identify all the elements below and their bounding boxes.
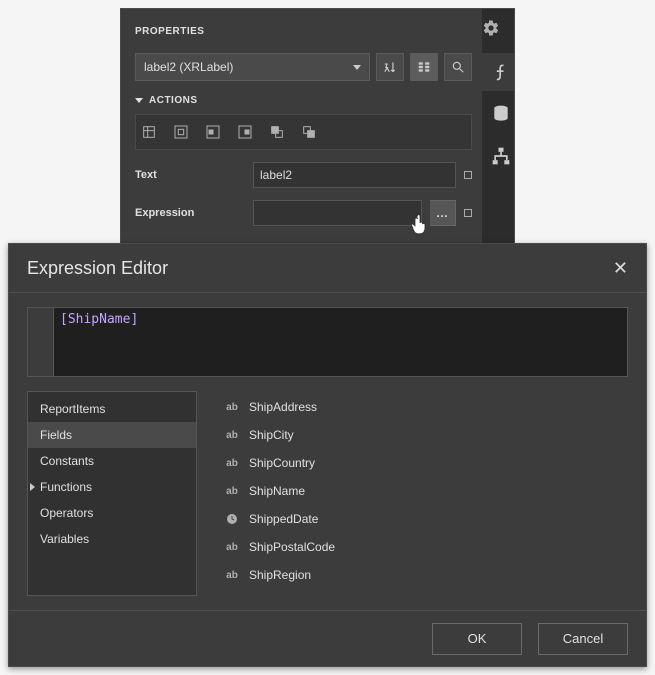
text-input[interactable] [253, 162, 456, 188]
field-item-label: ShipName [249, 484, 305, 498]
category-item-operators[interactable]: Operators [28, 500, 196, 526]
field-list: ab ShipAddress ab ShipCity ab ShipCountry ab Sh… [211, 391, 628, 596]
expression-ellipsis-button[interactable]: … [430, 200, 456, 226]
actions-section-header[interactable]: ACTIONS [135, 95, 472, 106]
text-field-icon: ab [225, 568, 239, 582]
field-item-label: ShipCity [249, 428, 294, 442]
bring-front-icon[interactable] [268, 123, 286, 141]
category-item-fields[interactable]: Fields [28, 422, 196, 448]
field-item-shipcountry[interactable]: ab ShipCountry [217, 449, 628, 477]
category-item-label: Operators [40, 506, 93, 520]
rail-tree-button[interactable] [482, 137, 515, 175]
expression-textarea[interactable]: [ShipName] [27, 307, 628, 377]
send-back-icon[interactable] [300, 123, 318, 141]
align-right-icon[interactable] [236, 123, 254, 141]
actions-section-label: ACTIONS [149, 95, 198, 106]
rail-data-button[interactable] [482, 95, 515, 133]
dialog-body: [ShipName] ReportItems Fields Constants Fun… [9, 292, 646, 610]
field-item-shippeddate[interactable]: ShippedDate [217, 505, 628, 533]
expression-marker[interactable] [464, 209, 472, 217]
text-label: Text [135, 169, 245, 181]
chevron-down-icon [353, 65, 361, 70]
category-item-variables[interactable]: Variables [28, 526, 196, 552]
field-item-shipaddress[interactable]: ab ShipAddress [217, 393, 628, 421]
category-item-label: Constants [40, 454, 94, 468]
sort-az-button[interactable] [376, 53, 404, 81]
cancel-button[interactable]: Cancel [538, 623, 628, 655]
fit-to-container-icon[interactable] [140, 123, 158, 141]
categorized-button[interactable] [410, 53, 438, 81]
properties-panel: PROPERTIES label2 (XRLabel) ACTIONS [120, 8, 515, 268]
search-button[interactable] [444, 53, 472, 81]
category-item-constants[interactable]: Constants [28, 448, 196, 474]
expression-input[interactable] [253, 200, 422, 226]
side-rail [482, 9, 515, 267]
field-item-shipcity[interactable]: ab ShipCity [217, 421, 628, 449]
text-row: Text [135, 162, 472, 188]
settings-gear-icon[interactable] [482, 19, 500, 37]
align-left-icon[interactable] [204, 123, 222, 141]
close-button[interactable]: ✕ [613, 258, 628, 279]
category-item-functions[interactable]: Functions [28, 474, 196, 500]
category-item-label: Functions [40, 480, 92, 494]
properties-title: PROPERTIES [135, 26, 204, 37]
category-item-label: ReportItems [40, 402, 105, 416]
text-field-icon: ab [225, 400, 239, 414]
field-item-label: ShipPostalCode [249, 540, 335, 554]
field-item-shipname[interactable]: ab ShipName [217, 477, 628, 505]
expression-label: Expression [135, 207, 245, 219]
category-list: ReportItems Fields Constants Functions Opera… [27, 391, 197, 596]
object-selector-label: label2 (XRLabel) [144, 60, 233, 74]
ok-button[interactable]: OK [432, 623, 522, 655]
object-selector[interactable]: label2 (XRLabel) [135, 53, 370, 81]
clock-icon [225, 512, 239, 526]
action-icon-strip [135, 114, 472, 150]
text-field-icon: ab [225, 484, 239, 498]
field-item-label: ShippedDate [249, 512, 318, 526]
category-item-reportitems[interactable]: ReportItems [28, 396, 196, 422]
text-field-icon: ab [225, 456, 239, 470]
dialog-titlebar: Expression Editor ✕ [9, 244, 646, 292]
category-item-label: Fields [40, 428, 72, 442]
expression-gutter [28, 308, 54, 376]
dialog-footer: OK Cancel [9, 610, 646, 666]
field-item-shipregion[interactable]: ab ShipRegion [217, 561, 628, 589]
expression-row: Expression … [135, 200, 472, 226]
field-item-label: ShipRegion [249, 568, 311, 582]
field-item-label: ShipAddress [249, 400, 317, 414]
text-field-icon: ab [225, 428, 239, 442]
text-field-icon: ab [225, 540, 239, 554]
dialog-title: Expression Editor [27, 258, 168, 279]
chevron-right-icon [30, 483, 35, 491]
field-item-shippostalcode[interactable]: ab ShipPostalCode [217, 533, 628, 561]
fit-bounds-icon[interactable] [172, 123, 190, 141]
expression-content: [ShipName] [54, 308, 627, 376]
properties-main: PROPERTIES label2 (XRLabel) ACTIONS [121, 9, 482, 267]
chevron-down-icon [135, 98, 143, 103]
rail-expressions-button[interactable] [482, 53, 515, 91]
category-item-label: Variables [40, 532, 89, 546]
text-marker[interactable] [464, 171, 472, 179]
field-item-label: ShipCountry [249, 456, 315, 470]
expression-editor-dialog: Expression Editor ✕ [ShipName] ReportIte… [8, 243, 647, 667]
